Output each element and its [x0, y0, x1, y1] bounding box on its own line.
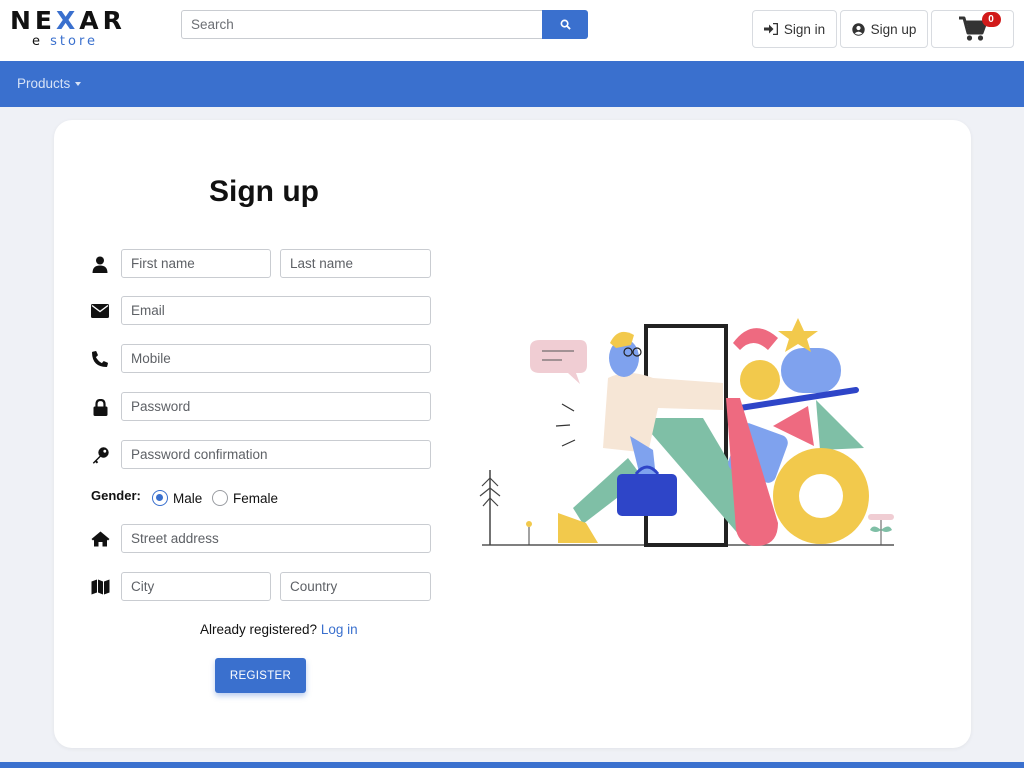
- envelope-icon: [90, 301, 110, 321]
- logo-subtitle: e store: [32, 34, 99, 49]
- signup-button[interactable]: Sign up: [840, 10, 928, 48]
- signup-illustration: [479, 318, 894, 547]
- email-field[interactable]: [121, 296, 431, 325]
- signin-label: Sign in: [783, 21, 826, 37]
- brand-logo[interactable]: NEXAR e store: [10, 7, 128, 51]
- street-address-field[interactable]: [121, 524, 431, 553]
- user-circle-icon: [851, 22, 865, 36]
- products-dropdown[interactable]: Products: [17, 76, 82, 91]
- cart-count-badge: 0: [981, 12, 1001, 27]
- footer-strip: [0, 762, 1024, 768]
- main-navbar: Products: [0, 61, 1024, 107]
- country-field[interactable]: [280, 572, 431, 601]
- key-icon: [90, 445, 110, 465]
- password-confirmation-field[interactable]: [121, 440, 431, 469]
- mobile-field[interactable]: [121, 344, 431, 373]
- page-title: Sign up: [209, 175, 319, 208]
- home-icon: [90, 529, 110, 549]
- login-link[interactable]: Log in: [321, 622, 358, 637]
- gender-male-radio[interactable]: [152, 490, 168, 506]
- city-field[interactable]: [121, 572, 271, 601]
- register-button[interactable]: REGISTER: [215, 658, 306, 693]
- lock-icon: [90, 397, 110, 417]
- password-field[interactable]: [121, 392, 431, 421]
- cart-button[interactable]: 0: [931, 10, 1014, 48]
- top-header: NEXAR e store Sign in Sign up: [0, 0, 1024, 61]
- gender-label: Gender:: [91, 488, 141, 503]
- signin-button[interactable]: Sign in: [752, 10, 837, 48]
- search-button[interactable]: [542, 10, 588, 39]
- gender-female-label[interactable]: Female: [233, 491, 278, 506]
- first-name-field[interactable]: [121, 249, 271, 278]
- logo-wordmark: NEXAR: [10, 6, 126, 35]
- phone-icon: [90, 349, 110, 369]
- products-label: Products: [17, 76, 71, 91]
- map-icon: [90, 577, 110, 597]
- gender-male-label[interactable]: Male: [173, 491, 202, 506]
- gender-female-radio[interactable]: [212, 490, 228, 506]
- user-icon: [90, 254, 110, 274]
- already-registered-text: Already registered? Log in: [200, 622, 358, 637]
- signup-label: Sign up: [870, 21, 917, 37]
- search-input[interactable]: [181, 10, 543, 39]
- last-name-field[interactable]: [280, 249, 431, 278]
- search-icon: [560, 19, 571, 30]
- sign-in-icon: [763, 23, 778, 35]
- chevron-down-icon: [75, 82, 82, 86]
